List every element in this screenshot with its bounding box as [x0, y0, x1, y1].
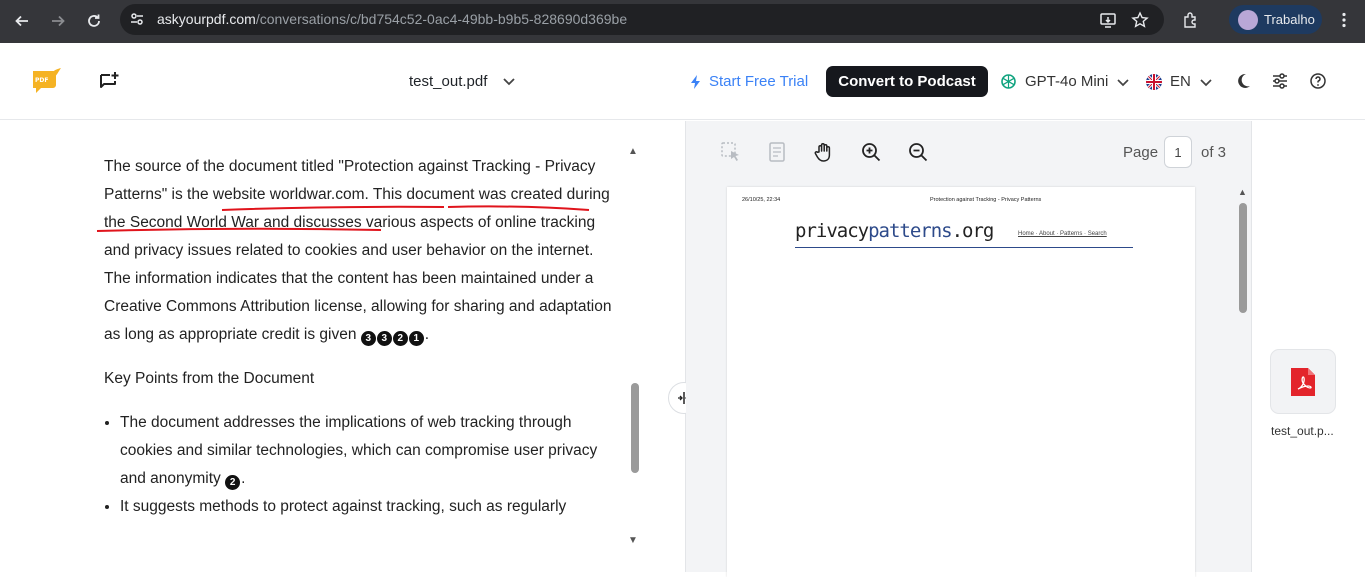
url-text: askyourpdf.com/conversations/c/bd754c52-…: [157, 11, 628, 27]
page-number-input[interactable]: 1: [1164, 136, 1192, 168]
list-item: The document addresses the implications …: [120, 409, 619, 493]
avatar: [1238, 9, 1258, 30]
citation-badge[interactable]: 3: [376, 331, 392, 346]
convert-to-podcast-button[interactable]: Convert to Podcast: [826, 66, 988, 97]
pdf-toolbar: Page 1 of 3: [686, 121, 1251, 183]
zoom-in-icon[interactable]: [860, 141, 882, 163]
file-name[interactable]: test_out.p...: [1271, 424, 1334, 438]
chevron-down-icon: [1200, 78, 1212, 86]
chevron-down-icon: [1117, 78, 1129, 86]
files-sidebar: test_out.p...: [1251, 121, 1365, 572]
language-selector[interactable]: EN: [1146, 73, 1213, 90]
uk-flag-icon: [1146, 73, 1162, 90]
site-settings-icon[interactable]: [129, 11, 145, 27]
page-total: of 3: [1201, 144, 1227, 161]
page-print-date: 26/10/25, 22:34: [742, 197, 781, 203]
bookmark-star-icon[interactable]: [1130, 10, 1150, 30]
document-page-icon[interactable]: [766, 141, 788, 163]
privacypatterns-logo: privacypatterns.org: [795, 220, 994, 242]
install-app-icon[interactable]: [1098, 10, 1118, 30]
scrollbar-thumb[interactable]: [631, 383, 639, 473]
pdf-file-icon: [1291, 367, 1315, 396]
forward-icon[interactable]: [46, 9, 70, 33]
key-points-list: The document addresses the implications …: [104, 409, 619, 521]
page-print-title: Protection against Tracking - Privacy Pa…: [930, 197, 1042, 203]
scroll-up-icon[interactable]: ▲: [628, 146, 642, 160]
profile-chip[interactable]: Trabalho: [1229, 5, 1322, 34]
answer-paragraph: The source of the document titled "Prote…: [104, 158, 612, 346]
pdf-scrollbar-thumb[interactable]: [1239, 203, 1247, 313]
model-selector[interactable]: GPT-4o Mini: [1000, 73, 1130, 90]
assistant-message: The source of the document titled "Prote…: [104, 153, 619, 521]
select-text-icon[interactable]: [720, 141, 742, 163]
chat-panel: The source of the document titled "Prote…: [0, 121, 685, 572]
list-item: It suggests methods to protect against t…: [120, 493, 619, 521]
pdf-scroll-up-icon[interactable]: ▲: [1238, 187, 1247, 197]
app-header: PDF test_out.pdf Start Free Trial Conver…: [0, 43, 1365, 120]
reload-icon[interactable]: [82, 9, 106, 33]
dark-mode-moon-icon[interactable]: [1234, 72, 1252, 90]
menu-kebab-icon[interactable]: [1334, 10, 1354, 30]
file-card[interactable]: [1270, 349, 1336, 414]
new-chat-icon[interactable]: [98, 70, 120, 92]
askyourpdf-logo-icon[interactable]: PDF: [31, 67, 63, 95]
site-nav-links: Home · About · Patterns · Search: [1018, 231, 1107, 237]
openai-icon: [1001, 74, 1016, 89]
svg-text:PDF: PDF: [35, 77, 48, 84]
lightning-icon: [691, 74, 700, 89]
page-label: Page: [1123, 144, 1159, 161]
citation-badge[interactable]: 2: [392, 331, 408, 346]
citation-badge[interactable]: 1: [408, 331, 424, 346]
address-bar[interactable]: askyourpdf.com/conversations/c/bd754c52-…: [120, 4, 1164, 35]
chevron-down-icon[interactable]: [501, 73, 517, 89]
zoom-out-icon[interactable]: [907, 141, 929, 163]
help-icon[interactable]: [1309, 72, 1327, 90]
header-rule: [795, 247, 1133, 248]
extensions-icon[interactable]: [1181, 10, 1201, 30]
pdf-page: 26/10/25, 22:34 Protection against Track…: [727, 187, 1195, 577]
scroll-down-icon[interactable]: ▼: [628, 535, 642, 549]
profile-name: Trabalho: [1264, 12, 1315, 27]
start-trial-link[interactable]: Start Free Trial: [689, 73, 808, 90]
pdf-viewer: Page 1 of 3 26/10/25, 22:34 Protection a…: [686, 121, 1251, 577]
citation-badge[interactable]: 3: [360, 331, 376, 346]
back-icon[interactable]: [10, 9, 34, 33]
section-heading: Key Points from the Document: [104, 370, 315, 387]
browser-chrome: askyourpdf.com/conversations/c/bd754c52-…: [0, 0, 1365, 43]
settings-sliders-icon[interactable]: [1271, 72, 1289, 90]
hand-pan-icon[interactable]: [813, 141, 835, 163]
citation-badge[interactable]: 2: [225, 475, 241, 490]
document-title[interactable]: test_out.pdf: [409, 73, 487, 90]
